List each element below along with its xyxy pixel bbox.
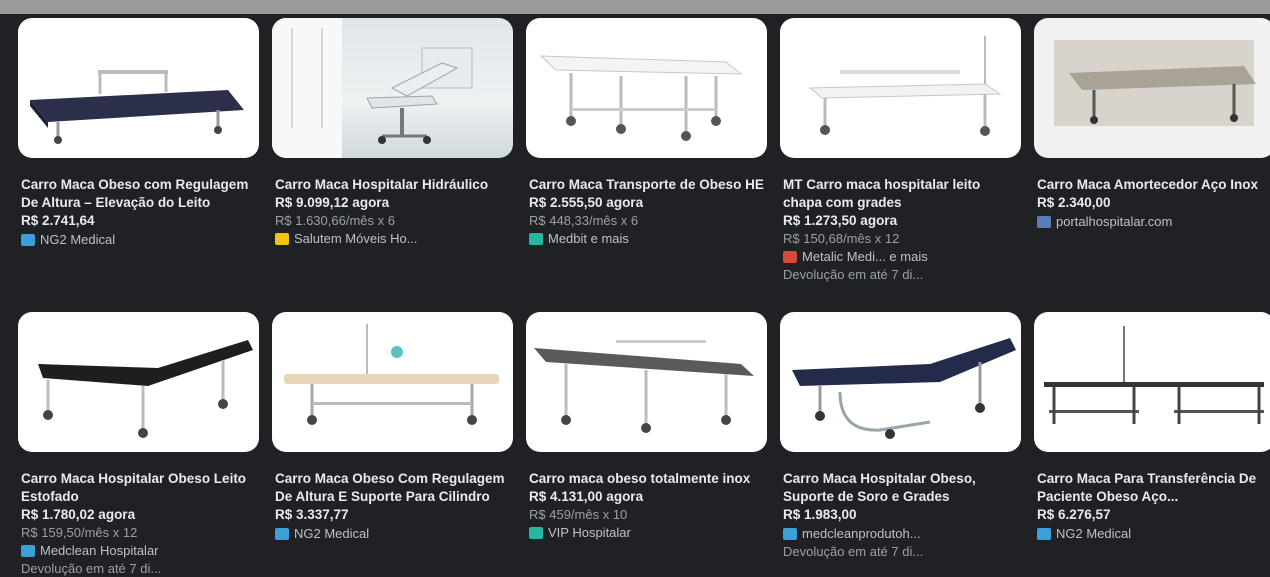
product-title[interactable]: Carro Maca Obeso Com Regulagem De Altura… (275, 470, 513, 506)
product-price: R$ 1.983,00 (783, 507, 857, 522)
returns-text: Devolução em até 7 di... (783, 267, 924, 282)
seller-favicon-icon (21, 544, 35, 557)
seller-name: medcleanprodutoh... (802, 526, 921, 541)
product-image[interactable] (1034, 18, 1270, 158)
seller-name: portalhospitalar.com (1056, 214, 1173, 229)
product-image[interactable] (780, 18, 1021, 158)
product-title[interactable]: Carro Maca Transporte de Obeso HE (529, 176, 767, 194)
seller-favicon-icon (1037, 527, 1051, 540)
installment-text: R$ 459/mês x 10 (529, 507, 628, 522)
seller[interactable]: Medbit e mais (529, 229, 767, 248)
product-card[interactable]: Carro Maca Amortecedor Aço Inox R$ 2.340… (1034, 18, 1270, 312)
seller-favicon-icon (783, 527, 797, 540)
product-card[interactable]: MT Carro maca hospitalar leito chapa com… (780, 18, 1021, 312)
stretcher-image (30, 70, 244, 144)
seller[interactable]: Metalic Medi... e mais (783, 247, 1021, 266)
seller[interactable]: NG2 Medical (1037, 524, 1270, 543)
seller-favicon-icon (275, 527, 289, 540)
product-image[interactable] (18, 312, 259, 452)
product-title[interactable]: Carro Maca Hospitalar Hidráulico (275, 176, 513, 194)
returns-text: Devolução em até 7 di... (783, 544, 924, 559)
product-image[interactable] (272, 312, 513, 452)
returns-text: Devolução em até 7 di... (21, 561, 162, 576)
seller-favicon-icon (783, 250, 797, 263)
product-image[interactable] (780, 312, 1021, 452)
seller[interactable]: NG2 Medical (275, 524, 513, 543)
seller-favicon-icon (529, 232, 543, 245)
stretcher-image (284, 324, 499, 425)
seller-name: Metalic Medi... e mais (802, 249, 928, 264)
product-price: R$ 2.340,00 (1037, 195, 1111, 210)
seller-favicon-icon (529, 526, 543, 539)
product-title[interactable]: MT Carro maca hospitalar leito chapa com… (783, 176, 1021, 212)
product-price: R$ 9.099,12 agora (275, 195, 390, 210)
product-title[interactable]: Carro Maca Hospitalar Obeso, Suporte de … (783, 470, 1021, 506)
seller[interactable]: Medclean Hospitalar (21, 541, 259, 560)
product-card[interactable]: Carro maca obeso totalmente inox R$ 4.13… (526, 312, 767, 577)
seller-favicon-icon (21, 233, 35, 246)
product-title[interactable]: Carro Maca Para Transferência De Pacient… (1037, 470, 1270, 506)
product-card[interactable]: Carro Maca Hospitalar Hidráulico R$ 9.09… (272, 18, 513, 312)
seller-name: NG2 Medical (1056, 526, 1132, 541)
product-image[interactable] (526, 18, 767, 158)
seller-name: NG2 Medical (294, 526, 370, 541)
seller-name: NG2 Medical (40, 232, 116, 247)
product-card[interactable]: Carro Maca Hospitalar Obeso, Suporte de … (780, 312, 1021, 577)
top-bar (0, 0, 1270, 14)
product-price: R$ 6.276,57 (1037, 507, 1111, 522)
product-card[interactable]: Carro Maca Para Transferência De Pacient… (1034, 312, 1270, 577)
installment-text: R$ 1.630,66/mês x 6 (275, 213, 395, 228)
stretcher-image (534, 340, 754, 433)
seller[interactable]: portalhospitalar.com (1037, 212, 1270, 231)
product-price: R$ 1.273,50 agora (783, 213, 898, 228)
product-price: R$ 1.780,02 agora (21, 507, 136, 522)
installment-text: R$ 448,33/mês x 6 (529, 213, 639, 228)
product-price: R$ 2.741,64 (21, 213, 95, 228)
product-card[interactable]: Carro Maca Transporte de Obeso HE R$ 2.5… (526, 18, 767, 312)
seller-favicon-icon (275, 232, 289, 245)
product-price: R$ 4.131,00 agora (529, 489, 644, 504)
seller[interactable]: VIP Hospitalar (529, 523, 767, 542)
product-title[interactable]: Carro Maca Amortecedor Aço Inox (1037, 176, 1270, 194)
seller[interactable]: NG2 Medical (21, 230, 259, 249)
product-image[interactable] (272, 18, 513, 158)
seller-name: Salutem Móveis Ho... (294, 231, 418, 246)
seller-favicon-icon (1037, 215, 1051, 228)
seller-name: Medclean Hospitalar (40, 543, 159, 558)
product-image[interactable] (18, 18, 259, 158)
stretcher-image (1054, 40, 1256, 126)
stretcher-image (1044, 326, 1264, 424)
seller[interactable]: medcleanprodutoh... (783, 524, 1021, 543)
product-title[interactable]: Carro Maca Hospitalar Obeso Leito Estofa… (21, 470, 259, 506)
installment-text: R$ 159,50/mês x 12 (21, 525, 138, 540)
stretcher-image (38, 340, 253, 438)
seller-name: Medbit e mais (548, 231, 629, 246)
stretcher-image (808, 36, 1002, 136)
product-grid: Carro Maca Obeso com Regulagem De Altura… (18, 18, 1270, 577)
product-title[interactable]: Carro Maca Obeso com Regulagem De Altura… (21, 176, 259, 212)
product-price: R$ 2.555,50 agora (529, 195, 644, 210)
stretcher-image (792, 338, 1016, 439)
installment-text: R$ 150,68/mês x 12 (783, 231, 900, 246)
product-image[interactable] (1034, 312, 1270, 452)
product-card[interactable]: Carro Maca Hospitalar Obeso Leito Estofa… (18, 312, 259, 577)
product-card[interactable]: Carro Maca Obeso Com Regulagem De Altura… (272, 312, 513, 577)
stretcher-image (272, 18, 473, 158)
seller-name: VIP Hospitalar (548, 525, 631, 540)
stretcher-image (539, 55, 743, 141)
product-title[interactable]: Carro maca obeso totalmente inox (529, 470, 767, 488)
product-price: R$ 3.337,77 (275, 507, 349, 522)
product-card[interactable]: Carro Maca Obeso com Regulagem De Altura… (18, 18, 259, 312)
seller[interactable]: Salutem Móveis Ho... (275, 229, 513, 248)
product-image[interactable] (526, 312, 767, 452)
